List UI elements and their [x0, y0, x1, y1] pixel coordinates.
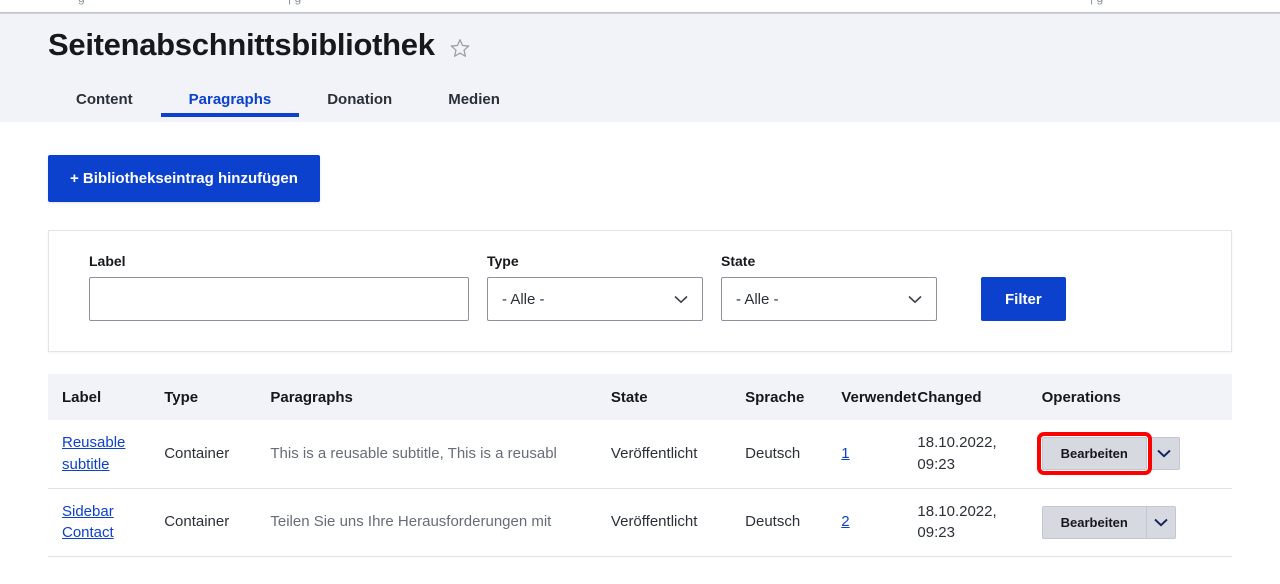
- tab-donation[interactable]: Donation: [299, 92, 420, 117]
- table-body: Reusable subtitle Container This is a re…: [48, 420, 1232, 557]
- cell-paragraphs: Teilen Sie uns Ihre Herausforderungen mi…: [270, 488, 611, 557]
- column-header-sprache: Sprache: [745, 374, 842, 420]
- filter-state-value: - Alle -: [736, 290, 779, 308]
- cell-changed: 18.10.2022, 09:23: [917, 420, 1042, 489]
- filter-state-select-wrap: - Alle -: [721, 277, 937, 321]
- edit-button[interactable]: Bearbeiten: [1041, 505, 1146, 539]
- filter-state-select[interactable]: - Alle -: [721, 277, 937, 321]
- star-outline-icon[interactable]: [449, 37, 471, 59]
- filter-type-caption: Type: [487, 253, 519, 269]
- column-header-paragraphs: Paragraphs: [270, 374, 611, 420]
- operations-dropdown-toggle[interactable]: [1145, 505, 1176, 539]
- row-label-link[interactable]: Sidebar Contact: [62, 503, 114, 542]
- tab-bar: Content Paragraphs Donation Medien: [0, 77, 1280, 118]
- filter-type-group: Type - Alle -: [487, 253, 703, 321]
- main-content: + Bibliothekseintrag hinzufügen Label Ty…: [0, 122, 1280, 557]
- cell-operations: Bearbeiten: [1036, 420, 1232, 489]
- cell-state: Veröffentlicht: [610, 488, 746, 557]
- table-header-row: Label Type Paragraphs State Sprache Verw…: [48, 374, 1232, 420]
- row-usage-count-link[interactable]: 2: [841, 513, 849, 530]
- cell-sprache: Deutsch: [745, 488, 842, 557]
- cell-operations: Bearbeiten: [1041, 488, 1232, 557]
- row-label-link[interactable]: Reusable subtitle: [62, 434, 125, 473]
- page-title-row: Seitenabschnittsbibliothek: [0, 14, 1280, 63]
- table-row: Reusable subtitle Container This is a re…: [48, 420, 1232, 489]
- chevron-down-icon: [1154, 518, 1168, 527]
- chevron-down-icon: [674, 295, 688, 303]
- add-library-entry-button[interactable]: + Bibliothekseintrag hinzufügen: [48, 155, 320, 202]
- cell-label: Reusable subtitle: [48, 420, 165, 489]
- operations-dropdown-toggle[interactable]: [1149, 437, 1180, 471]
- tab-paragraphs[interactable]: Paragraphs: [160, 92, 300, 118]
- filter-panel: Label Type - Alle - State - Alle - Filte…: [48, 230, 1232, 352]
- cell-paragraphs: This is a reusable subtitle, This is a r…: [270, 420, 611, 489]
- chevron-down-icon: [908, 295, 922, 303]
- operations-split-button: Bearbeiten: [1036, 432, 1180, 476]
- cell-type: Container: [164, 420, 271, 489]
- chevron-down-icon: [1157, 450, 1171, 458]
- tab-content[interactable]: Content: [48, 92, 161, 117]
- filter-type-select-wrap: - Alle -: [487, 277, 703, 321]
- filter-state-caption: State: [721, 253, 756, 269]
- row-paragraphs-text: Teilen Sie uns Ihre Herausforderungen mi…: [270, 513, 552, 531]
- cell-sprache: Deutsch: [745, 420, 842, 489]
- table-row: Sidebar Contact Container Teilen Sie uns…: [48, 488, 1232, 557]
- filter-submit-button[interactable]: Filter: [981, 277, 1066, 321]
- operations-split-button: Bearbeiten: [1041, 505, 1176, 539]
- filter-type-value: - Alle -: [502, 290, 545, 308]
- column-header-changed: Changed: [917, 374, 1042, 420]
- cell-type: Container: [164, 488, 271, 557]
- row-usage-count-link[interactable]: 1: [841, 445, 849, 462]
- tab-medien[interactable]: Medien: [420, 92, 528, 117]
- filter-state-group: State - Alle -: [721, 253, 937, 321]
- cell-verwendet: 1: [841, 420, 918, 489]
- column-header-operations: Operations: [1041, 374, 1232, 420]
- table-header: Label Type Paragraphs State Sprache Verw…: [48, 374, 1232, 420]
- column-header-state: State: [610, 374, 746, 420]
- filter-type-select[interactable]: - Alle -: [487, 277, 703, 321]
- ghost-text-right: | g: [1090, 0, 1103, 5]
- paragraphs-table: Label Type Paragraphs State Sprache Verw…: [48, 374, 1232, 557]
- ghost-text-left: g: [78, 0, 85, 5]
- cut-off-top-strip: g | g | g: [0, 0, 1280, 12]
- edit-button[interactable]: Bearbeiten: [1036, 432, 1152, 476]
- row-paragraphs-text: This is a reusable subtitle, This is a r…: [270, 444, 557, 462]
- cell-verwendet: 2: [841, 488, 918, 557]
- ghost-text-mid: | g: [288, 0, 301, 5]
- filter-label-caption: Label: [89, 253, 126, 269]
- page-header: Seitenabschnittsbibliothek Content Parag…: [0, 14, 1280, 122]
- filter-label-group: Label: [89, 253, 469, 321]
- page-title: Seitenabschnittsbibliothek: [48, 27, 435, 62]
- filter-label-input[interactable]: [89, 277, 469, 321]
- cell-state: Veröffentlicht: [610, 420, 746, 489]
- cell-changed: 18.10.2022, 09:23: [917, 488, 1042, 557]
- column-header-verwendet: Verwendet: [841, 374, 918, 420]
- cell-label: Sidebar Contact: [48, 488, 165, 557]
- column-header-label: Label: [48, 374, 165, 420]
- column-header-type: Type: [164, 374, 271, 420]
